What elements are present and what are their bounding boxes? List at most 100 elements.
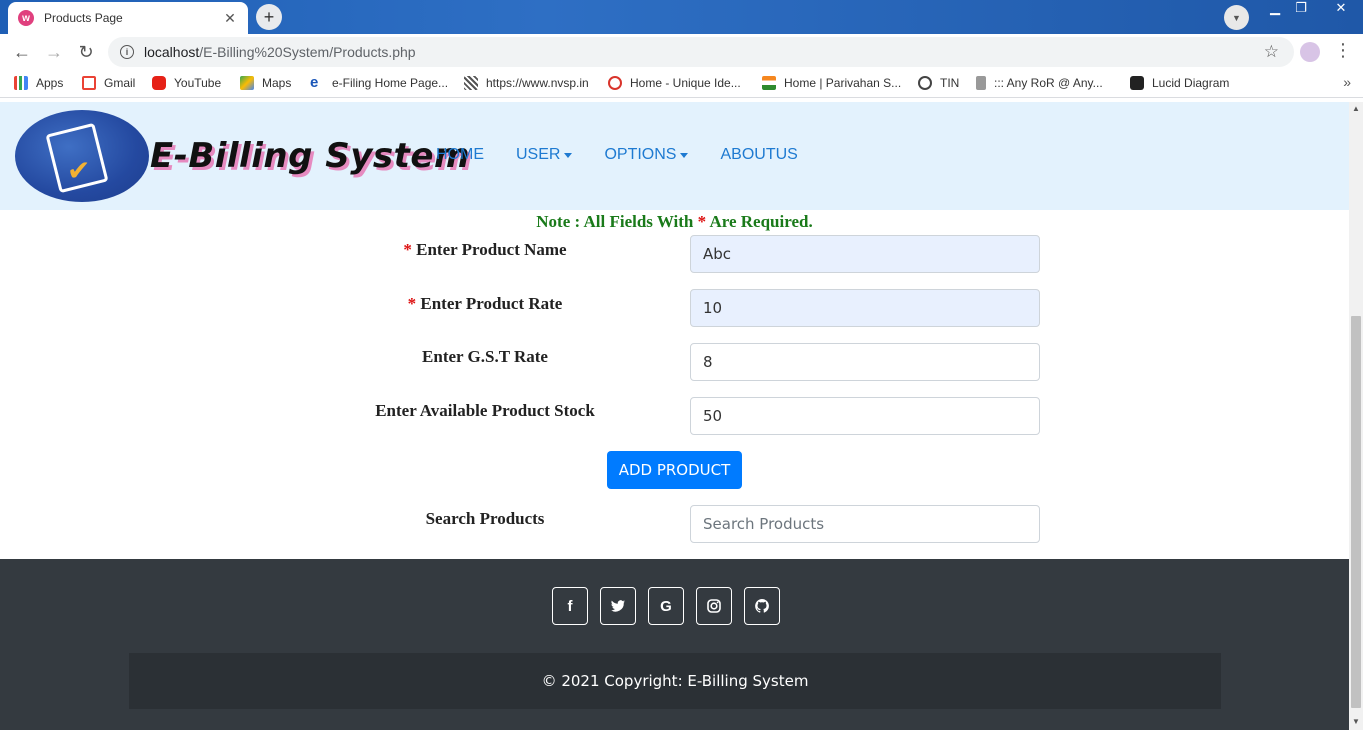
twitter-icon[interactable] <box>600 587 636 625</box>
checkmark-icon: ✔ <box>67 155 91 186</box>
nav-user-dropdown[interactable]: USER <box>516 146 573 164</box>
lucid-icon <box>1130 76 1144 90</box>
site-footer: f G © 2021 Copyright: E-Billing System <box>0 559 1349 730</box>
nav-home[interactable]: HOME <box>436 146 484 164</box>
github-icon[interactable] <box>744 587 780 625</box>
browser-titlebar: w Products Page ✕ + ▼ ▁ ❐ ✕ <box>0 0 1363 34</box>
nav-user-label: USER <box>516 146 561 163</box>
url-host: localhost <box>144 44 200 60</box>
bookmark-youtube[interactable]: YouTube <box>152 76 221 90</box>
bookmark-efiling[interactable]: e e-Filing Home Page... <box>310 74 449 91</box>
profile-dropdown-icon[interactable]: ▼ <box>1224 5 1249 30</box>
bookmark-uidai[interactable]: Home - Unique Ide... <box>608 76 741 90</box>
bookmark-label: Apps <box>36 76 64 90</box>
bookmark-ror[interactable]: ::: Any RoR @ Any... <box>976 76 1103 90</box>
bookmark-label: Lucid Diagram <box>1152 76 1230 90</box>
bookmark-maps[interactable]: Maps <box>240 76 291 90</box>
scroll-up-arrow-icon[interactable]: ▲ <box>1352 104 1360 113</box>
scroll-thumb[interactable] <box>1351 316 1361 708</box>
youtube-icon <box>152 76 166 90</box>
reload-icon[interactable]: ↻ <box>74 40 98 64</box>
site-navbar: ✔ E-Billing System HOME USER OPTIONS ABO… <box>0 102 1349 210</box>
required-mark: * <box>407 294 417 313</box>
bookmark-label: Maps <box>262 76 292 90</box>
bookmark-label: Home - Unique Ide... <box>630 76 741 90</box>
note-suffix: Are Required. <box>706 212 813 231</box>
window-maximize-button[interactable]: ❐ <box>1288 0 1314 18</box>
bookmark-lucid[interactable]: Lucid Diagram <box>1130 76 1229 90</box>
nav-links: HOME USER OPTIONS ABOUTUS <box>436 146 830 164</box>
bookmark-label: YouTube <box>174 76 222 90</box>
nvsp-icon <box>464 76 478 90</box>
required-note: Note : All Fields With * Are Required. <box>0 212 1349 232</box>
product-stock-label: Enter Available Product Stock <box>375 401 595 420</box>
bookmark-parivahan[interactable]: Home | Parivahan S... <box>762 76 901 90</box>
page-scrollbar[interactable]: ▲ ▼ <box>1349 102 1363 730</box>
emblem-icon <box>976 76 986 90</box>
bookmark-nvsp[interactable]: https://www.nvsp.in <box>464 76 589 90</box>
label-text: Enter Product Name <box>416 240 567 259</box>
nav-aboutus[interactable]: ABOUTUS <box>720 146 797 164</box>
note-star: * <box>697 212 707 231</box>
google-icon[interactable]: G <box>648 587 684 625</box>
bookmark-star-icon[interactable]: ☆ <box>1264 42 1279 62</box>
bookmark-label: TIN <box>940 76 960 90</box>
bookmark-gmail[interactable]: Gmail <box>82 76 135 90</box>
bookmarks-bar: Apps Gmail YouTube Maps e e-Filing Home P… <box>0 70 1363 98</box>
logo[interactable]: ✔ <box>15 110 149 202</box>
add-product-button[interactable]: ADD PRODUCT <box>607 451 742 489</box>
caret-down-icon <box>564 152 573 158</box>
scroll-down-arrow-icon[interactable]: ▼ <box>1352 717 1360 726</box>
bookmark-apps[interactable]: Apps <box>14 76 63 90</box>
page-content: ✔ E-Billing System HOME USER OPTIONS ABO… <box>0 102 1349 730</box>
bookmark-label: Gmail <box>104 76 136 90</box>
note-prefix: Note : All Fields With <box>536 212 698 231</box>
product-name-input[interactable] <box>690 235 1040 273</box>
instagram-icon[interactable] <box>696 587 732 625</box>
nav-aboutus-label: ABOUTUS <box>720 146 798 163</box>
india-flag-icon <box>762 76 776 90</box>
browser-toolbar: ← → ↻ i localhost/E-Billing%20System/Pro… <box>0 34 1363 70</box>
new-tab-button[interactable]: + <box>256 4 282 30</box>
required-mark: * <box>403 240 412 259</box>
browser-tab[interactable]: w Products Page ✕ <box>8 2 248 34</box>
gst-rate-label: Enter G.S.T Rate <box>422 347 548 366</box>
search-products-input[interactable] <box>690 505 1040 543</box>
browser-menu-icon[interactable]: ⋮ <box>1334 40 1352 61</box>
window-minimize-button[interactable]: ▁ <box>1262 0 1288 18</box>
tab-close-icon[interactable]: ✕ <box>222 10 238 27</box>
bookmark-tin[interactable]: TIN <box>918 76 959 90</box>
nav-options-dropdown[interactable]: OPTIONS <box>604 146 689 164</box>
url-path: /E-Billing%20System/Products.php <box>199 44 416 60</box>
ie-icon: e <box>310 74 319 91</box>
apps-grid-icon <box>14 76 28 90</box>
copyright-text: © 2021 Copyright: E-Billing System <box>129 653 1221 709</box>
social-links: f G <box>552 587 792 625</box>
bookmark-label: https://www.nvsp.in <box>486 76 589 90</box>
maps-icon <box>240 76 254 90</box>
nav-options-label: OPTIONS <box>604 146 677 163</box>
product-rate-label: * Enter Product Rate <box>325 294 645 314</box>
bookmark-label: Home | Parivahan S... <box>784 76 902 90</box>
forward-arrow-icon[interactable]: → <box>42 40 66 64</box>
facebook-icon[interactable]: f <box>552 587 588 625</box>
back-arrow-icon[interactable]: ← <box>10 40 34 64</box>
tab-title: Products Page <box>44 11 123 25</box>
nav-home-label: HOME <box>436 146 484 163</box>
caret-down-icon <box>680 152 689 158</box>
bookmarks-more-icon[interactable]: » <box>1343 74 1351 90</box>
gst-rate-input[interactable] <box>690 343 1040 381</box>
globe-icon <box>918 76 932 90</box>
window-close-button[interactable]: ✕ <box>1326 0 1356 18</box>
fingerprint-icon <box>608 76 622 90</box>
bookmark-label: ::: Any RoR @ Any... <box>994 76 1103 90</box>
bookmark-label: e-Filing Home Page... <box>332 76 449 90</box>
site-info-icon[interactable]: i <box>120 45 134 59</box>
gmail-icon <box>82 76 96 90</box>
address-bar[interactable]: i localhost/E-Billing%20System/Products.… <box>108 37 1294 67</box>
product-name-label: * Enter Product Name <box>325 240 645 260</box>
product-rate-input[interactable] <box>690 289 1040 327</box>
brand-title[interactable]: E-Billing System <box>150 136 470 176</box>
product-stock-input[interactable] <box>690 397 1040 435</box>
extension-icon[interactable] <box>1300 42 1320 62</box>
